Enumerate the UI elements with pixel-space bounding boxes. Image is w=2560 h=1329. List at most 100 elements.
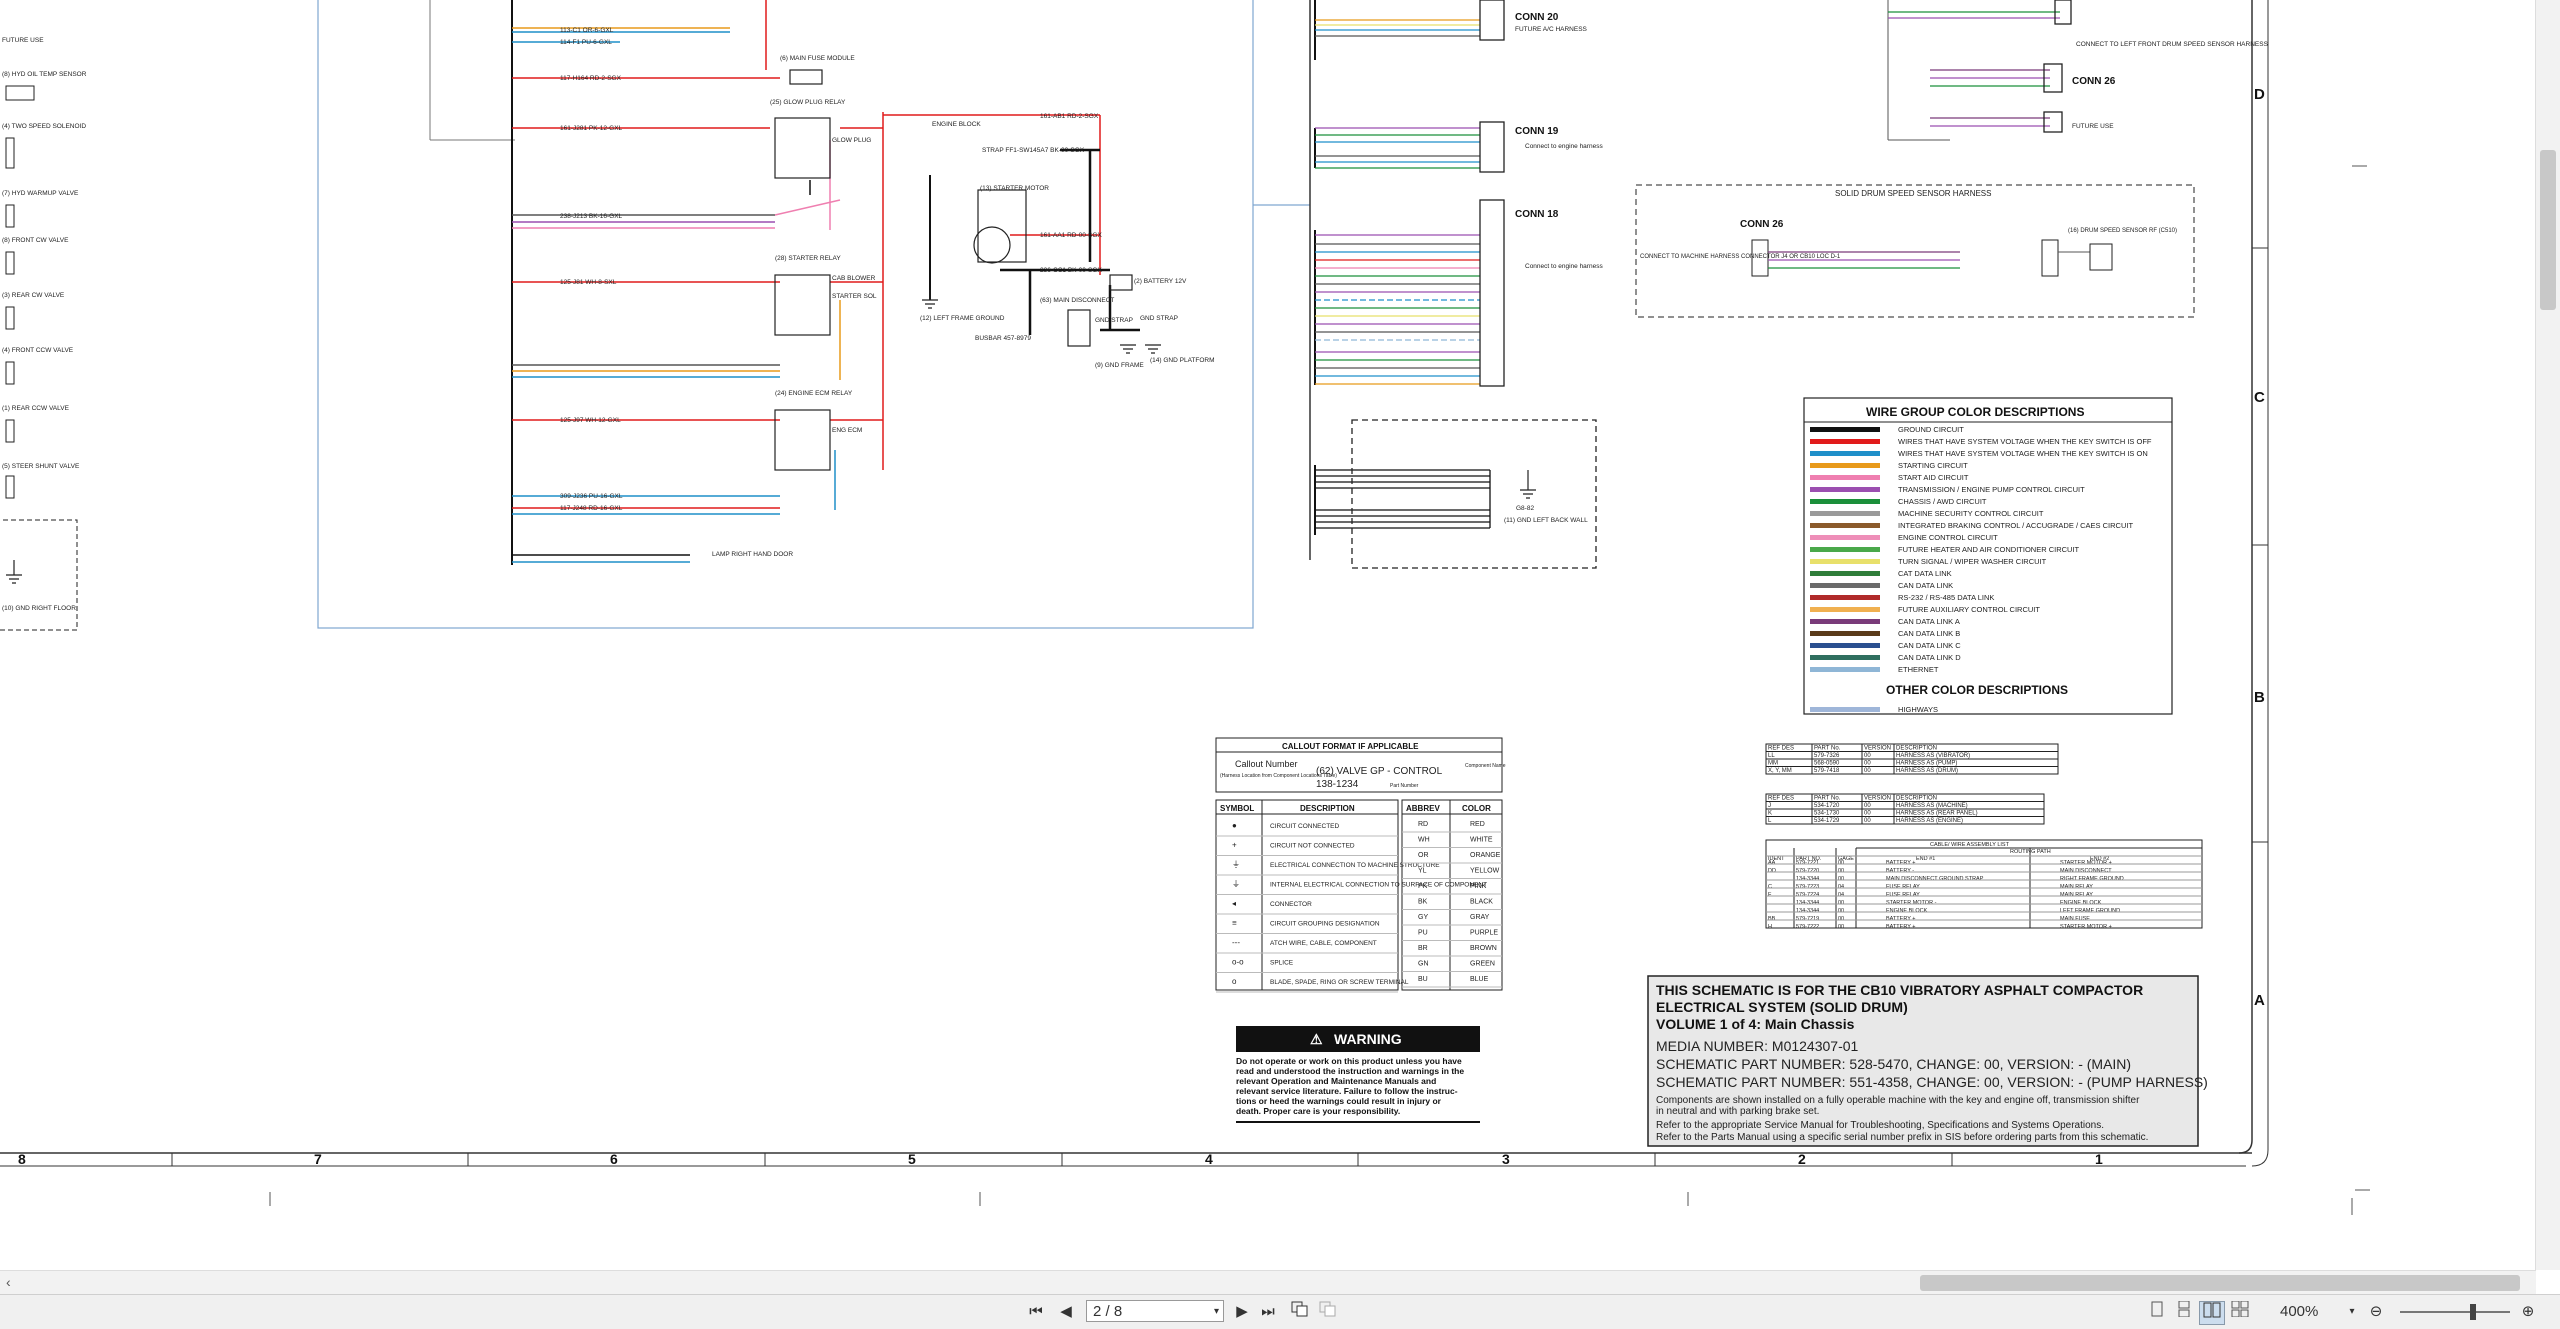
svg-text:ENGINE BLOCK: ENGINE BLOCK	[932, 121, 981, 128]
svg-text:G8-82: G8-82	[1516, 505, 1534, 512]
copy-page-disabled-icon[interactable]	[1316, 1301, 1340, 1323]
svg-text:FUTURE USE: FUTURE USE	[2, 37, 44, 44]
svg-text:⚠: ⚠	[1310, 1031, 1323, 1047]
svg-text:tions or heed the warnings cou: tions or heed the warnings could result …	[1236, 1096, 1442, 1106]
symbol-glyph: ≡	[1232, 919, 1237, 928]
symbol-description: SPLICE	[1270, 960, 1294, 967]
legend-row: WIRES THAT HAVE SYSTEM VOLTAGE WHEN THE …	[1810, 437, 2152, 446]
legend-label: START AID CIRCUIT	[1898, 473, 1969, 482]
svg-text:161-AB1 RD-2-SGX: 161-AB1 RD-2-SGX	[1040, 113, 1099, 120]
vertical-scrollbar[interactable]	[2535, 0, 2560, 1270]
svg-text:00: 00	[1864, 818, 1871, 824]
symbol-description: CIRCUIT GROUPING DESIGNATION	[1270, 921, 1380, 928]
svg-text:CONN 26: CONN 26	[2072, 76, 2116, 87]
other-legend-row: HIGHWAYS	[1810, 705, 1938, 714]
scroll-left-icon[interactable]: ‹	[6, 1274, 11, 1290]
svg-text:X, Y, MM: X, Y, MM	[1768, 768, 1792, 774]
svg-text:Connect to engine harness: Connect to engine harness	[1525, 143, 1603, 150]
svg-text:579-7219: 579-7219	[1796, 916, 1819, 922]
horizontal-scroll-thumb[interactable]	[1920, 1275, 2520, 1291]
svg-text:161-AA1 RD-00-SGX: 161-AA1 RD-00-SGX	[1040, 232, 1102, 239]
legend-swatch	[1810, 511, 1880, 516]
legend-row: STARTING CIRCUIT	[1810, 461, 1968, 470]
zoom-in-icon[interactable]: ⊕	[2516, 1301, 2540, 1323]
symbol-row: ⏚ ELECTRICAL CONNECTION TO MACHINE STRUCT…	[1216, 860, 1440, 876]
svg-text:HARNESS AS (DRUM): HARNESS AS (DRUM)	[1896, 768, 1958, 774]
svg-text:579-7326: 579-7326	[1814, 753, 1840, 759]
legend-row: FUTURE AUXILIARY CONTROL CIRCUIT	[1810, 605, 2040, 614]
legend-swatch	[1810, 667, 1880, 672]
svg-text:STARTER MOTOR -: STARTER MOTOR -	[1886, 900, 1937, 906]
svg-text:(5) STEER SHUNT VALVE: (5) STEER SHUNT VALVE	[2, 463, 80, 470]
svg-text:BLUE: BLUE	[1470, 976, 1489, 983]
svg-text:death. Proper care is your res: death. Proper care is your responsibilit…	[1236, 1106, 1400, 1116]
zoom-menu-chevron-icon[interactable]: ▾	[2340, 1301, 2364, 1323]
two-page-view-icon[interactable]	[2199, 1301, 2225, 1325]
svg-text:FUSE RELAY: FUSE RELAY	[1886, 884, 1920, 890]
symbol-description: BLADE, SPADE, RING OR SCREW TERMINAL	[1270, 979, 1409, 986]
svg-text:VOLUME 1 of 4: Main Chassis: VOLUME 1 of 4: Main Chassis	[1656, 1016, 1855, 1032]
svg-text:F: F	[1768, 892, 1772, 898]
svg-text:RIGHT FRAME GROUND: RIGHT FRAME GROUND	[2060, 876, 2124, 882]
svg-text:SYMBOL: SYMBOL	[1220, 804, 1254, 813]
legend-row: CAN DATA LINK D	[1810, 653, 1961, 662]
left-labels: FUTURE USE (8) HYD OIL TEMP SENSOR (4) T…	[2, 37, 87, 612]
svg-text:LL: LL	[1768, 753, 1775, 759]
svg-text:GRAY: GRAY	[1470, 914, 1490, 921]
legend-label: FUTURE HEATER AND AIR CONDITIONER CIRCUI…	[1898, 545, 2080, 554]
continuous-view-icon[interactable]	[2172, 1300, 2196, 1323]
legend-swatch	[1810, 451, 1880, 456]
page-number-input[interactable]: 2 / 8 ▾	[1086, 1300, 1224, 1322]
legend-row: TURN SIGNAL / WIPER WASHER CIRCUIT	[1810, 557, 2047, 566]
two-page-continuous-icon[interactable]	[2228, 1300, 2252, 1323]
svg-text:FUTURE USE: FUTURE USE	[2072, 123, 2114, 130]
zoom-out-icon[interactable]: ⊖	[2364, 1301, 2388, 1323]
svg-text:LAMP RIGHT HAND DOOR: LAMP RIGHT HAND DOOR	[712, 551, 793, 558]
chevron-down-icon[interactable]: ▾	[1214, 1301, 1219, 1323]
zoom-level[interactable]: 400%	[2280, 1301, 2340, 1323]
svg-text:OR: OR	[1418, 852, 1429, 859]
single-page-view-icon[interactable]	[2145, 1301, 2169, 1323]
vertical-scroll-thumb[interactable]	[2540, 150, 2556, 310]
legend-row: FUTURE HEATER AND AIR CONDITIONER CIRCUI…	[1810, 545, 2080, 554]
grid-letter: A	[2254, 992, 2265, 1009]
next-page-icon[interactable]: ▶	[1230, 1301, 1254, 1323]
legend-label: CAN DATA LINK	[1898, 581, 1953, 590]
zoom-slider-handle[interactable]	[2470, 1304, 2476, 1320]
first-page-icon[interactable]: ⏮	[1024, 1301, 1048, 1323]
zoom-slider[interactable]	[2400, 1311, 2510, 1313]
svg-text:HARNESS AS (PUMP): HARNESS AS (PUMP)	[1896, 761, 1957, 767]
svg-text:DESCRIPTION: DESCRIPTION	[1300, 804, 1355, 813]
svg-text:YL: YL	[1418, 868, 1427, 875]
grid-number: 6	[610, 1151, 618, 1167]
copy-page-icon[interactable]	[1288, 1301, 1312, 1323]
svg-text:BATTERY +: BATTERY +	[1886, 924, 1916, 930]
svg-text:MM: MM	[1768, 761, 1778, 767]
svg-text:(3) REAR CW VALVE: (3) REAR CW VALVE	[2, 292, 65, 299]
horizontal-scrollbar[interactable]: ‹	[0, 1270, 2536, 1295]
grid-letters: D C B A	[2252, 86, 2268, 1009]
svg-text:K: K	[1768, 811, 1772, 817]
svg-text:BK: BK	[1418, 899, 1428, 906]
previous-page-icon[interactable]: ◀	[1054, 1301, 1078, 1323]
svg-text:STARTER MOTOR +: STARTER MOTOR +	[2060, 924, 2112, 930]
svg-text:L: L	[1768, 818, 1772, 824]
svg-text:134-3344: 134-3344	[1796, 900, 1819, 906]
svg-text:(25) GLOW PLUG RELAY: (25) GLOW PLUG RELAY	[770, 99, 846, 106]
svg-text:114-F1 PU-6-GXL: 114-F1 PU-6-GXL	[560, 39, 612, 46]
last-page-icon[interactable]: ⏭	[1256, 1301, 1280, 1323]
svg-text:MEDIA NUMBER: M0124307-01: MEDIA NUMBER: M0124307-01	[1656, 1038, 1859, 1054]
legend-label: TURN SIGNAL / WIPER WASHER CIRCUIT	[1898, 557, 2047, 566]
svg-text:579-7418: 579-7418	[1814, 768, 1840, 774]
svg-text:(1) REAR CCW VALVE: (1) REAR CCW VALVE	[2, 405, 70, 412]
legend-label: WIRES THAT HAVE SYSTEM VOLTAGE WHEN THE …	[1898, 449, 2148, 458]
svg-text:CONN 19: CONN 19	[1515, 126, 1559, 137]
document-viewport[interactable]: 8 7 6 5 4 3 2 1 D C B A FUTURE USE (8) H…	[0, 0, 2536, 1270]
grid-letter: C	[2254, 389, 2265, 406]
grid-number: 2	[1798, 1151, 1806, 1167]
symbol-row: o-o SPLICE	[1216, 958, 1398, 973]
svg-text:WARNING: WARNING	[1334, 1031, 1402, 1047]
grid-number: 8	[18, 1151, 26, 1167]
svg-text:FUSE RELAY: FUSE RELAY	[1886, 892, 1920, 898]
legend-swatch	[1810, 595, 1880, 600]
